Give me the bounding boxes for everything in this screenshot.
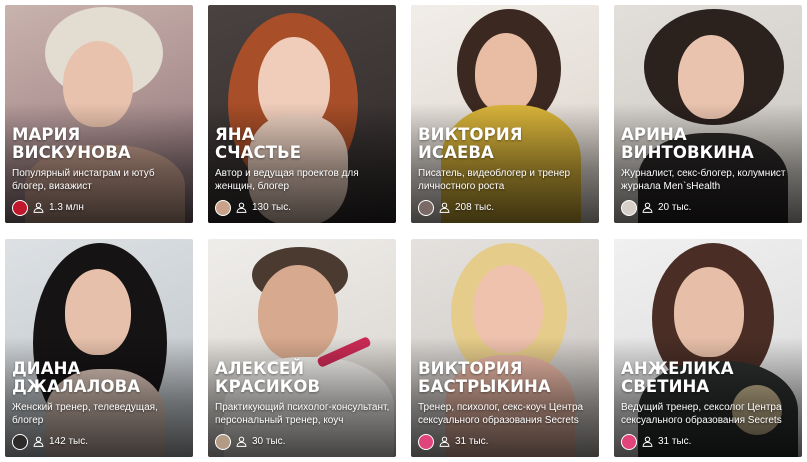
expert-name: Мария Вискунова bbox=[12, 125, 131, 162]
expert-name: Алексей Красиков bbox=[215, 359, 321, 396]
avatar bbox=[621, 433, 637, 450]
followers-count: 142 тыс. bbox=[49, 435, 89, 447]
expert-name: Виктория Бастрыкина bbox=[418, 359, 551, 396]
avatar bbox=[12, 199, 28, 216]
expert-card[interactable]: Арина Винтовкина Журналист, секс-блогер, … bbox=[614, 5, 802, 223]
expert-name: Анжелика Светина bbox=[621, 359, 734, 396]
user-icon bbox=[642, 436, 653, 447]
expert-name: Яна Счастье bbox=[215, 125, 302, 162]
expert-card[interactable]: Мария Вискунова Популярный инстаграм и ют… bbox=[5, 5, 193, 223]
expert-description: Популярный инстаграм и ютуб блогер, виза… bbox=[12, 168, 155, 192]
followers-count: 31 тыс. bbox=[455, 435, 489, 447]
user-icon bbox=[439, 202, 450, 213]
avatar bbox=[215, 433, 231, 450]
expert-description: Журналист, секс-блогер, колумнист журнал… bbox=[621, 168, 786, 192]
expert-name: Арина Винтовкина bbox=[621, 125, 754, 162]
user-icon bbox=[439, 436, 450, 447]
expert-description: Ведущий тренер, сексолог Центра сексуаль… bbox=[621, 402, 782, 426]
followers-count: 1.3 млн bbox=[49, 201, 84, 213]
expert-description: Писатель, видеоблогер и тренер личностно… bbox=[418, 168, 571, 192]
user-icon bbox=[33, 436, 44, 447]
expert-card[interactable]: Виктория Исаева Писатель, видеоблогер и т… bbox=[411, 5, 599, 223]
expert-name: Диана Джалалова bbox=[12, 359, 141, 396]
followers-count: 31 тыс. bbox=[658, 435, 692, 447]
experts-grid: Мария Вискунова Популярный инстаграм и ют… bbox=[0, 0, 807, 462]
user-icon bbox=[33, 202, 44, 213]
expert-card[interactable]: Диана Джалалова Женский тренер, телеведущ… bbox=[5, 239, 193, 457]
expert-card[interactable]: Алексей Красиков Практикующий психолог-ко… bbox=[208, 239, 396, 457]
avatar bbox=[12, 433, 28, 450]
expert-description: Женский тренер, телеведущая, блогер bbox=[12, 402, 158, 426]
followers-count: 130 тыс. bbox=[252, 201, 292, 213]
expert-description: Автор и ведущая проектов для женщин, бло… bbox=[215, 168, 359, 192]
expert-card[interactable]: Анжелика Светина Ведущий тренер, сексолог… bbox=[614, 239, 802, 457]
avatar bbox=[621, 199, 637, 216]
avatar bbox=[418, 199, 434, 216]
expert-description: Тренер, психолог, секс-коуч Центра сексу… bbox=[418, 402, 584, 426]
followers-count: 20 тыс. bbox=[658, 201, 692, 213]
user-icon bbox=[236, 436, 247, 447]
followers-count: 30 тыс. bbox=[252, 435, 286, 447]
avatar bbox=[418, 433, 434, 450]
expert-description: Практикующий психолог-консультант, персо… bbox=[215, 402, 390, 426]
expert-name: Виктория Исаева bbox=[418, 125, 523, 162]
user-icon bbox=[236, 202, 247, 213]
expert-card[interactable]: Виктория Бастрыкина Тренер, психолог, сек… bbox=[411, 239, 599, 457]
expert-card[interactable]: Яна Счастье Автор и ведущая проектов для … bbox=[208, 5, 396, 223]
avatar bbox=[215, 199, 231, 216]
user-icon bbox=[642, 202, 653, 213]
followers-count: 208 тыс. bbox=[455, 201, 495, 213]
